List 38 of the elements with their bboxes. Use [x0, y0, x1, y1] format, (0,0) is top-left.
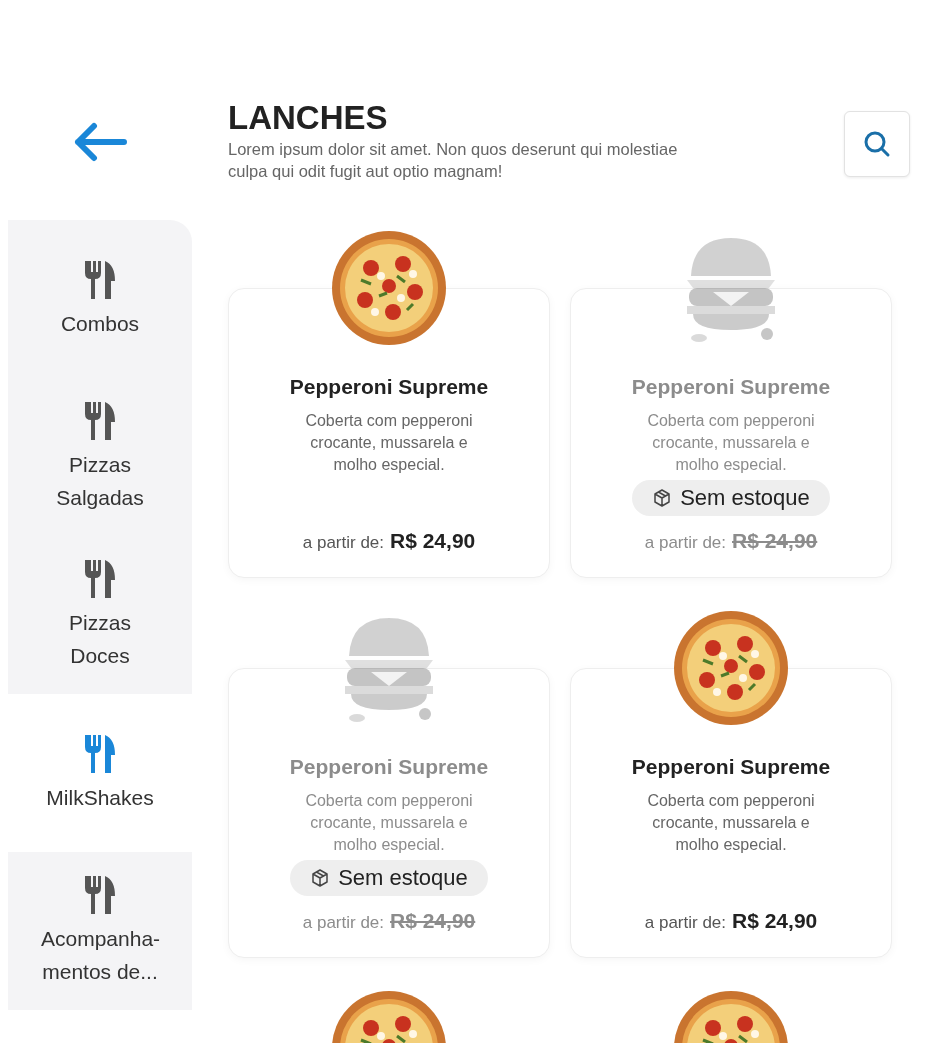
search-icon [863, 130, 891, 158]
category-item[interactable]: Acompanha-mentos de... [8, 852, 192, 1010]
product-description: Coberta com pepperoni crocante, mussarela e molho especial. [304, 411, 474, 475]
page-title: LANCHES [228, 100, 389, 136]
badge-text: Sem estoque [338, 865, 468, 891]
product-price: R$ 24,90 [390, 909, 476, 933]
product-name: Pepperoni Supreme [631, 374, 831, 400]
product-price: R$ 24,90 [390, 529, 476, 553]
price-label: a partir de: [302, 913, 384, 933]
page-description: Lorem ipsum dolor sit amet. Non quos deserunt qui molestiae culpa qui odit fugit aut optio magnam! [228, 139, 679, 182]
product-description: Coberta com pepperoni crocante, mussarela e molho especial. [646, 411, 816, 475]
search-button[interactable] [844, 111, 910, 177]
category-item[interactable]: Pizzas Salgadas [8, 378, 192, 536]
price-label: a partir de: [644, 913, 726, 933]
price-label: a partir de: [302, 533, 384, 553]
product-card[interactable]: Pepperoni Supreme Coberta com pepperoni crocante, mussarela e molho especial. a partir de: R$ 24,90 [570, 668, 892, 958]
product-name: Pepperoni Supreme [631, 754, 831, 780]
product-name: Pepperoni Supreme [289, 374, 489, 400]
cutlery-icon [83, 732, 117, 775]
cutlery-icon [83, 400, 117, 442]
box-icon [310, 868, 331, 888]
product-card[interactable]: Pepperoni Supreme Coberta com pepperoni crocante, mussarela e molho especial. a partir de: R$ 24,90 [228, 288, 550, 578]
product-card[interactable]: Pepperoni Supreme Coberta com pepperoni crocante, mussarela e molho especial. Sem estoque a partir de: R$ 24,90 [570, 288, 892, 578]
product-name: Pepperoni Supreme [289, 754, 489, 780]
cutlery-icon [83, 558, 117, 600]
product-description: Coberta com pepperoni crocante, mussarela e molho especial. [646, 791, 816, 855]
cutlery-icon [83, 874, 117, 916]
product-description: Coberta com pepperoni crocante, mussarela e molho especial. [304, 791, 474, 855]
category-item[interactable]: Pizzas Doces [8, 536, 192, 694]
cutlery-icon [83, 258, 117, 301]
back-arrow-icon[interactable] [72, 122, 128, 162]
price-label: a partir de: [644, 533, 726, 553]
product-price: R$ 24,90 [732, 909, 818, 933]
category-item[interactable]: Combos [8, 220, 192, 378]
product-price: R$ 24,90 [732, 529, 818, 553]
product-card[interactable]: Pepperoni Supreme Coberta com pepperoni crocante, mussarela e molho especial. Sem estoque a partir de: R$ 24,90 [228, 668, 550, 958]
badge-text: Sem estoque [680, 485, 810, 511]
box-icon [652, 488, 673, 508]
